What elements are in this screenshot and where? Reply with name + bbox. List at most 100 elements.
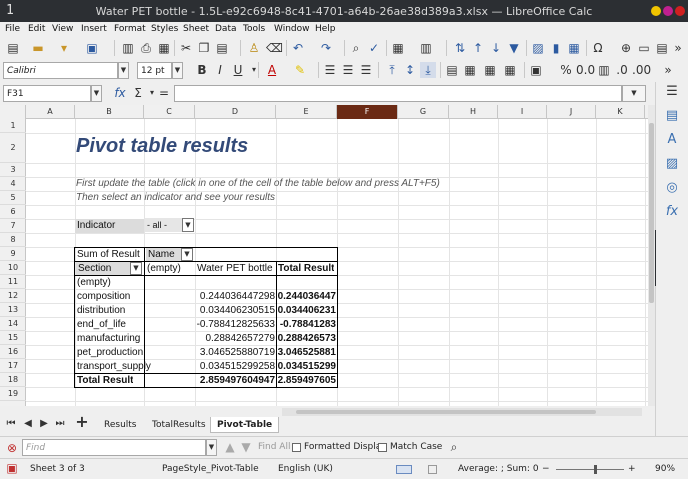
menu-tools[interactable]: Tools: [243, 24, 265, 34]
font-color-icon[interactable]: A: [264, 62, 280, 78]
pivot-table-icon[interactable]: ▦: [566, 40, 582, 56]
column-header-a[interactable]: A: [26, 105, 75, 119]
export-pdf-icon[interactable]: ▥: [120, 40, 136, 56]
name-box-dropdown-icon[interactable]: ▼: [91, 85, 102, 102]
column-header-j[interactable]: J: [547, 105, 596, 119]
insert-chart-icon[interactable]: ▮: [548, 40, 564, 56]
number-format-icon[interactable]: 0.0: [576, 62, 595, 78]
last-sheet-icon[interactable]: ⏭: [52, 416, 68, 432]
indicator-filter-value[interactable]: - all -: [145, 218, 182, 232]
previous-sheet-icon[interactable]: ◀: [20, 416, 36, 432]
open-dropdown-icon[interactable]: ▾: [56, 40, 72, 56]
clear-formatting-icon[interactable]: ⌫: [266, 40, 283, 56]
unmerge-icon[interactable]: ▦: [482, 62, 498, 78]
hyperlink-icon[interactable]: ⊕: [618, 40, 634, 56]
sheet-tab-totalresults[interactable]: TotalResults: [146, 417, 212, 433]
font-size-input[interactable]: 12 pt: [137, 62, 172, 79]
open-folder-icon[interactable]: ▬: [30, 40, 46, 56]
row-header-19[interactable]: 19: [0, 387, 26, 401]
font-name-input[interactable]: Calibri: [3, 62, 118, 79]
paste-icon[interactable]: ▤: [214, 40, 230, 56]
vertical-scrollbar[interactable]: [648, 105, 655, 406]
add-decimal-icon[interactable]: .0: [614, 62, 630, 78]
align-bottom-icon[interactable]: ⤓: [420, 62, 436, 78]
spreadsheet-grid[interactable]: A B C D E F G H I J K 1 2 3 4 5 6 7 8 9 …: [0, 105, 648, 406]
zoom-slider[interactable]: [556, 469, 624, 470]
underline-icon[interactable]: U: [230, 62, 246, 78]
merge-cells-icon[interactable]: ▦: [462, 62, 478, 78]
highlight-color-icon[interactable]: ✎: [292, 62, 308, 78]
row-header-7[interactable]: 7: [0, 219, 26, 233]
row-header-18[interactable]: 18: [0, 373, 26, 387]
row-header-8[interactable]: 8: [0, 233, 26, 247]
percent-icon[interactable]: %: [558, 62, 574, 78]
language[interactable]: English (UK): [278, 464, 333, 474]
column-header-h[interactable]: H: [449, 105, 498, 119]
print-icon[interactable]: ⎙: [138, 40, 154, 56]
page-style[interactable]: PageStyle_Pivot-Table: [162, 464, 259, 474]
zoom-slider-thumb[interactable]: [594, 465, 597, 474]
print-preview-icon[interactable]: ▦: [156, 40, 172, 56]
clone-formatting-icon[interactable]: ♙: [246, 40, 262, 56]
row-header-12[interactable]: 12: [0, 289, 26, 303]
row-header-6[interactable]: 6: [0, 205, 26, 219]
undo-icon[interactable]: ↶: [290, 40, 306, 56]
row-header-4[interactable]: 4: [0, 177, 26, 191]
menu-file[interactable]: File: [5, 24, 20, 34]
special-character-icon[interactable]: Ω: [590, 40, 606, 56]
copy-icon[interactable]: ❐: [196, 40, 212, 56]
styles-icon[interactable]: A: [664, 132, 680, 148]
column-header-i[interactable]: I: [498, 105, 547, 119]
close-find-bar-icon[interactable]: ⊗: [4, 440, 20, 456]
menu-edit[interactable]: Edit: [28, 24, 45, 34]
selection-mode-icon[interactable]: [396, 465, 412, 474]
format-as-date-icon[interactable]: ▥: [596, 62, 612, 78]
menu-sheet[interactable]: Sheet: [183, 24, 209, 34]
row-header-1[interactable]: 1: [0, 119, 26, 133]
next-sheet-icon[interactable]: ▶: [36, 416, 52, 432]
row-header-15[interactable]: 15: [0, 331, 26, 345]
pivot-name-dropdown-icon[interactable]: ▼: [181, 248, 193, 261]
pivot-section-dropdown-icon[interactable]: ▼: [130, 262, 142, 275]
match-case-checkbox[interactable]: [378, 443, 387, 452]
row-header-16[interactable]: 16: [0, 345, 26, 359]
remove-decimal-icon[interactable]: .00: [632, 62, 651, 78]
row-header-10[interactable]: 10: [0, 261, 26, 275]
functions-icon[interactable]: fx: [664, 204, 680, 220]
horizontal-scrollbar-thumb[interactable]: [296, 410, 596, 414]
find-replace-icon[interactable]: ⌕: [348, 40, 364, 56]
select-all-corner[interactable]: [0, 105, 26, 119]
find-previous-icon[interactable]: ▲: [222, 439, 238, 455]
more-options-icon[interactable]: »: [670, 40, 686, 56]
formula-icon[interactable]: =: [156, 85, 172, 101]
border-icon[interactable]: ▦: [502, 62, 518, 78]
column-header-d[interactable]: D: [195, 105, 276, 119]
document-modified-icon[interactable]: ▣: [4, 460, 20, 476]
add-sheet-icon[interactable]: +: [74, 414, 90, 430]
sort-descending-icon[interactable]: ↓: [488, 40, 504, 56]
align-right-icon[interactable]: ☰: [358, 62, 374, 78]
row-header-9[interactable]: 9: [0, 247, 26, 261]
row-header-13[interactable]: 13: [0, 303, 26, 317]
name-box[interactable]: F31: [3, 85, 91, 102]
menu-data[interactable]: Data: [215, 24, 237, 34]
maximize-button[interactable]: [663, 6, 673, 16]
properties-icon[interactable]: ▤: [664, 108, 680, 124]
sort-icon[interactable]: ⇅: [452, 40, 468, 56]
zoom-level[interactable]: 90%: [655, 464, 675, 474]
column-header-c[interactable]: C: [144, 105, 195, 119]
font-name-dropdown-icon[interactable]: ▼: [118, 62, 129, 79]
new-document-icon[interactable]: ▤: [5, 40, 21, 56]
sheet-tab-pivot-table[interactable]: Pivot-Table: [210, 417, 280, 433]
navigator-icon[interactable]: ◎: [664, 180, 680, 196]
find-next-icon[interactable]: ▼: [238, 439, 254, 455]
currency-icon[interactable]: ▣: [528, 62, 544, 78]
find-input[interactable]: Find: [22, 439, 206, 456]
menu-styles[interactable]: Styles: [151, 24, 178, 34]
align-middle-icon[interactable]: ↕: [402, 62, 418, 78]
align-center-icon[interactable]: ☰: [340, 62, 356, 78]
row-header-14[interactable]: 14: [0, 317, 26, 331]
formatted-display-checkbox[interactable]: [292, 443, 301, 452]
spelling-icon[interactable]: ✓: [366, 40, 382, 56]
minimize-button[interactable]: [651, 6, 661, 16]
